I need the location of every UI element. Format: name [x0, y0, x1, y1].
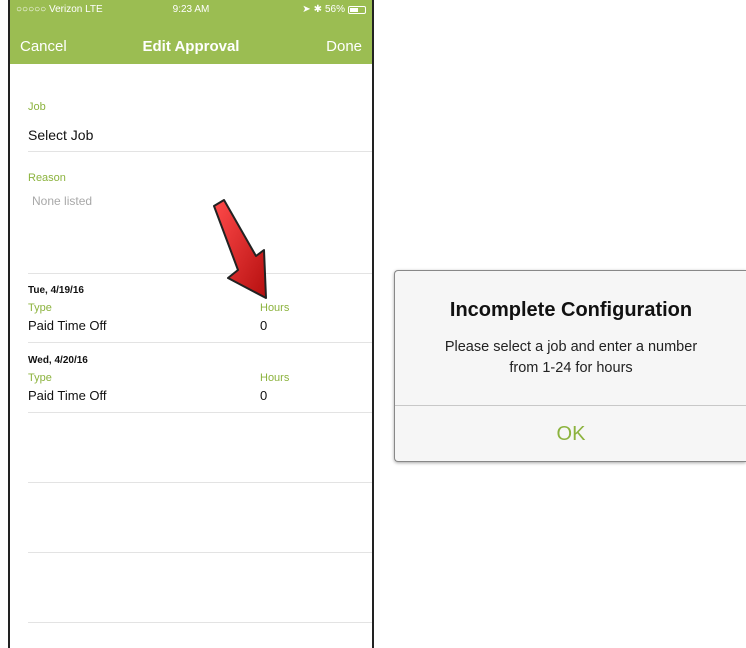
day-date: Tue, 4/19/16 — [28, 285, 84, 296]
divider — [28, 482, 372, 483]
red-arrow-icon — [213, 199, 267, 299]
hours-label: Hours — [260, 372, 290, 384]
alert-title: Incomplete Configuration — [449, 299, 693, 321]
alert-dialog: Incomplete Configuration Please select a… — [394, 270, 746, 462]
reason-field[interactable]: None listed — [32, 194, 92, 208]
divider — [28, 151, 372, 152]
type-value[interactable]: Paid Time Off — [28, 388, 107, 403]
hours-label: Hours — [260, 302, 290, 314]
reason-label: Reason — [28, 172, 66, 184]
day-date: Wed, 4/20/16 — [28, 355, 88, 366]
done-button[interactable]: Done — [326, 38, 362, 55]
divider — [28, 342, 372, 343]
battery-fill — [350, 7, 358, 12]
phone-screen: ○○○○○ Verizon LTE 9:23 AM ➤ ✱ 56% Cancel… — [8, 0, 374, 648]
hours-value[interactable]: 0 — [260, 388, 267, 403]
job-select[interactable]: Select Job — [28, 127, 93, 143]
divider — [28, 622, 372, 623]
battery-icon — [348, 5, 366, 14]
divider — [28, 552, 372, 553]
job-label: Job — [28, 101, 46, 113]
battery-percent: 56% — [324, 4, 345, 15]
bluetooth-icon: ✱ — [313, 4, 322, 15]
divider — [28, 412, 372, 413]
ok-button[interactable]: OK — [395, 406, 746, 462]
hours-value[interactable]: 0 — [260, 318, 267, 333]
alert-message-line: from 1-24 for hours — [509, 360, 633, 376]
type-value[interactable]: Paid Time Off — [28, 318, 107, 333]
alert-message: Please select a job and enter a number f… — [405, 337, 737, 379]
location-icon: ➤ — [302, 4, 311, 15]
nav-bar: Cancel Edit Approval Done — [10, 20, 372, 64]
divider — [28, 273, 372, 274]
type-label: Type — [28, 372, 52, 384]
type-label: Type — [28, 302, 52, 314]
status-right-group: ➤ ✱ 56% — [302, 4, 366, 15]
page-title: Edit Approval — [142, 38, 240, 55]
alert-message-line: Please select a job and enter a number — [444, 339, 698, 355]
status-bar: ○○○○○ Verizon LTE 9:23 AM ➤ ✱ 56% — [10, 0, 372, 20]
